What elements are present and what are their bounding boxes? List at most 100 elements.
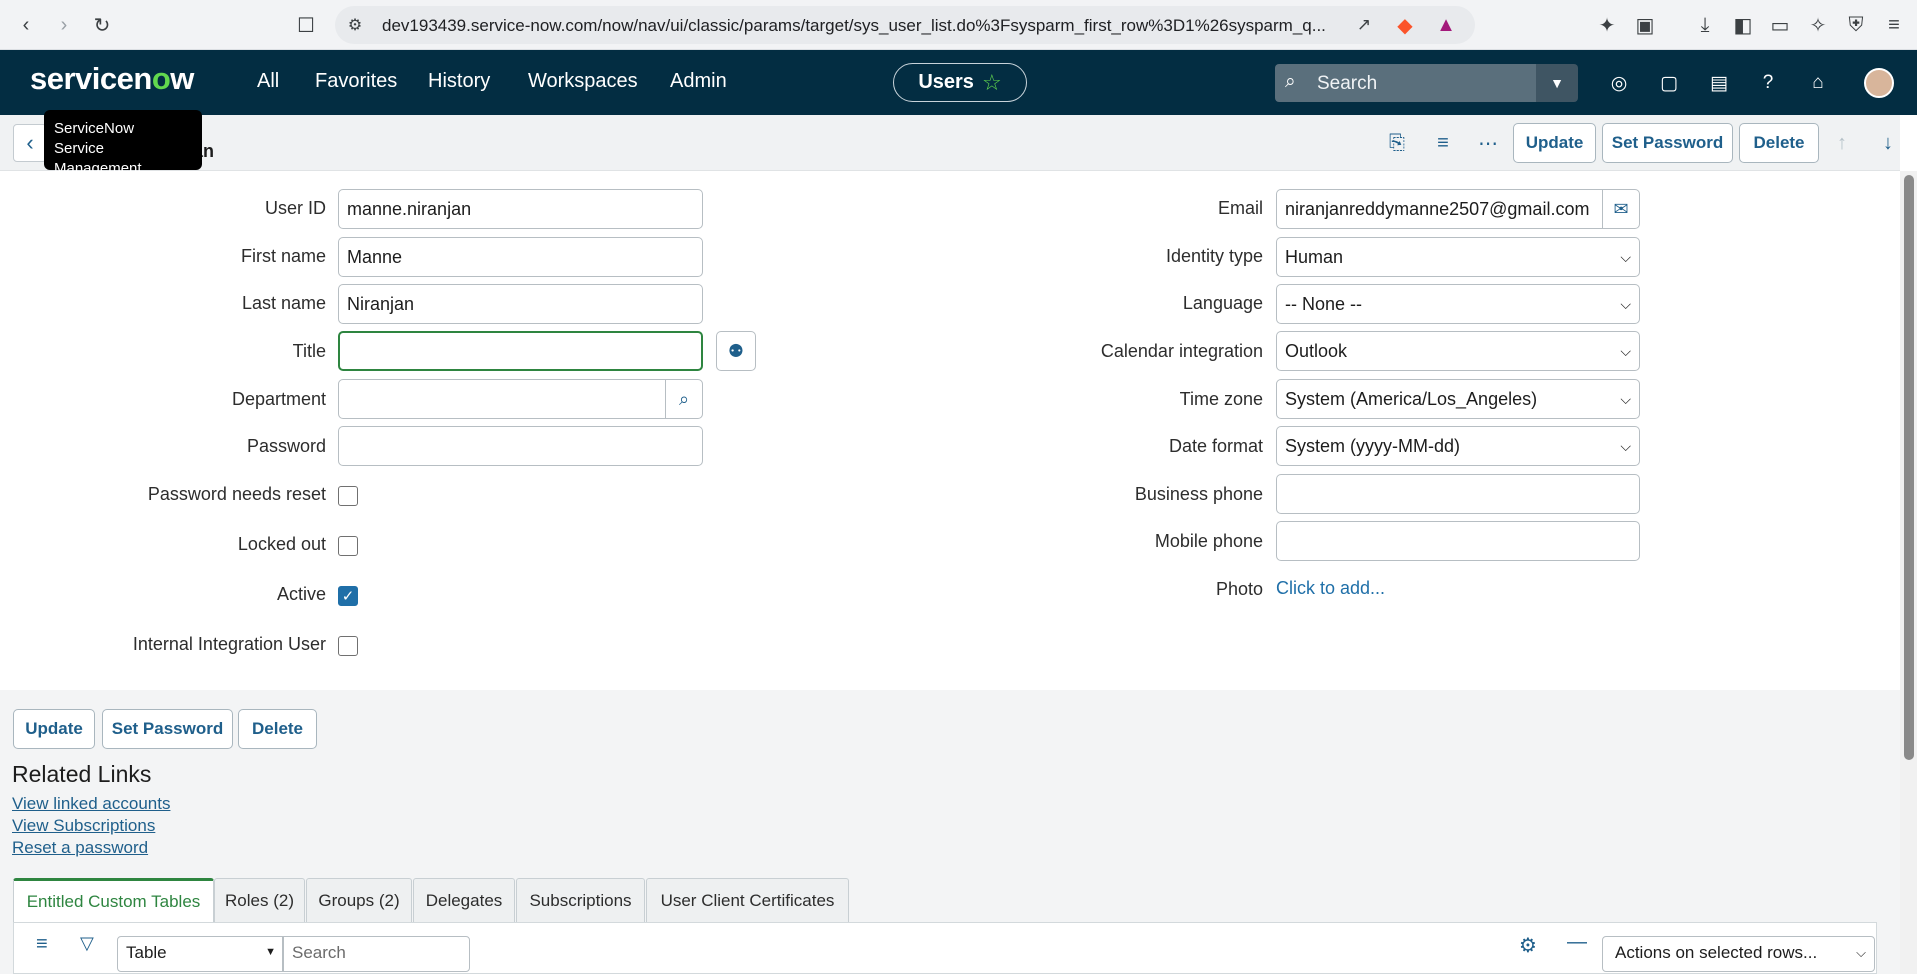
bottom-delete-button[interactable]: Delete (238, 709, 317, 749)
servicenow-logo[interactable]: servicenow (30, 61, 194, 97)
password-needs-reset-checkbox[interactable] (338, 486, 358, 506)
help-icon[interactable]: ? (1755, 70, 1781, 96)
calendar-integration-select[interactable]: Outlook ⌵ (1276, 331, 1640, 371)
tab-subscriptions[interactable]: Subscriptions (516, 878, 645, 922)
bookmark-icon[interactable]: ☐ (292, 11, 320, 39)
tab-delegates[interactable]: Delegates (413, 878, 515, 922)
settings-sliders-icon[interactable]: ≡ (1429, 129, 1457, 157)
servicenow-header: servicenow All Favorites History Workspa… (0, 50, 1917, 115)
view-linked-accounts-link[interactable]: View linked accounts (12, 794, 170, 814)
bottom-update-button[interactable]: Update (13, 709, 95, 749)
back-arrow-icon[interactable]: ‹ (12, 11, 40, 39)
lightbulb-icon[interactable]: ⚉ (716, 331, 756, 371)
password-label: Password (246, 436, 326, 456)
address-bar[interactable]: ⚙ dev193439.service-now.com/now/nav/ui/c… (335, 6, 1475, 44)
forward-arrow-icon[interactable]: › (50, 11, 78, 39)
download-icon[interactable]: ⤓ (1691, 11, 1719, 39)
language-select[interactable]: -- None -- ⌵ (1276, 284, 1640, 324)
reset-password-link[interactable]: Reset a password (12, 838, 148, 858)
email-field[interactable]: niranjanreddymanne2507@gmail.com (1276, 189, 1603, 229)
first-name-field[interactable]: Manne (338, 237, 703, 277)
title-field[interactable] (338, 331, 703, 371)
globe-icon[interactable]: ◎ (1606, 70, 1632, 96)
tab-entitled-custom-tables[interactable]: Entitled Custom Tables (13, 878, 214, 922)
time-zone-label: Time zone (1179, 389, 1263, 409)
back-button[interactable]: ‹ (13, 124, 47, 162)
bottom-set-password-button[interactable]: Set Password (102, 709, 233, 749)
time-zone-value: System (America/Los_Angeles) (1285, 388, 1538, 409)
star-icon[interactable]: ☆ (982, 70, 1002, 96)
more-options-icon[interactable]: ⋯ (1474, 129, 1502, 157)
active-checkbox[interactable]: ✓ (338, 586, 358, 606)
department-label: Department (231, 389, 326, 409)
set-password-button[interactable]: Set Password (1602, 123, 1733, 163)
url-text: dev193439.service-now.com/now/nav/ui/cla… (382, 16, 1326, 35)
view-subscriptions-link[interactable]: View Subscriptions (12, 816, 155, 836)
locked-out-checkbox[interactable] (338, 536, 358, 556)
paperclip-icon[interactable]: ⎘ (1383, 129, 1411, 157)
nav-admin[interactable]: Admin (670, 70, 727, 93)
chat-icon[interactable]: ▢ (1656, 70, 1682, 96)
sidebar-icon[interactable]: ◧ (1729, 11, 1757, 39)
gear-icon[interactable]: ⚙ (1519, 933, 1537, 958)
actions-select[interactable]: Actions on selected rows... ⌵ (1602, 936, 1875, 972)
identity-type-select[interactable]: Human ⌵ (1276, 237, 1640, 277)
password-field[interactable] (338, 426, 703, 466)
department-field[interactable] (338, 379, 666, 419)
date-format-value: System (yyyy-MM-dd) (1285, 435, 1460, 456)
language-label: Language (1182, 293, 1263, 313)
nav-workspaces[interactable]: Workspaces (528, 70, 638, 93)
delete-button[interactable]: Delete (1739, 123, 1819, 163)
hamburger-menu-icon[interactable]: ≡ (36, 933, 48, 956)
arrow-down-icon[interactable]: ↓ (1874, 129, 1902, 157)
internal-integration-user-checkbox[interactable] (338, 636, 358, 656)
tab-roles[interactable]: Roles (2) (214, 878, 305, 922)
calendar-integration-value: Outlook (1285, 340, 1348, 361)
menu-icon[interactable]: ≡ (1880, 11, 1908, 39)
reload-icon[interactable]: ↻ (88, 11, 116, 39)
leo-ai-icon[interactable]: ✧ (1804, 11, 1832, 39)
time-zone-select[interactable]: System (America/Los_Angeles) ⌵ (1276, 379, 1640, 419)
wallet-icon[interactable]: ▭ (1766, 11, 1794, 39)
mobile-phone-field[interactable] (1276, 521, 1640, 561)
calendar-integration-label: Calendar integration (1100, 341, 1263, 361)
update-button[interactable]: Update (1513, 123, 1596, 163)
date-format-label: Date format (1168, 436, 1263, 456)
global-search-input[interactable]: ⌕ Search (1275, 64, 1536, 102)
collapse-icon[interactable]: — (1567, 931, 1587, 954)
list-view-select[interactable]: Table ▼ (117, 936, 283, 972)
photo-add-link[interactable]: Click to add... (1276, 578, 1385, 599)
department-lookup-search-icon[interactable]: ⌕ (665, 379, 703, 419)
scrollbar-thumb[interactable] (1904, 175, 1914, 760)
reader-icon[interactable]: ▣ (1631, 11, 1659, 39)
share-icon[interactable]: ↗ (1350, 11, 1378, 39)
bell-icon[interactable]: ⌂ (1805, 70, 1831, 96)
brave-shield-icon[interactable]: ◆ (1391, 11, 1419, 39)
mail-icon[interactable]: ✉ (1602, 189, 1640, 229)
vpn-icon[interactable]: ⛨ (1842, 11, 1870, 39)
context-pill[interactable]: Users ☆ (893, 63, 1027, 102)
arrow-up-icon[interactable]: ↑ (1828, 129, 1856, 157)
nav-all[interactable]: All (257, 70, 279, 93)
related-links-title: Related Links (12, 761, 152, 787)
nav-favorites[interactable]: Favorites (315, 70, 397, 93)
site-settings-icon[interactable]: ⚙ (341, 11, 369, 39)
extensions-icon[interactable]: ✦ (1593, 11, 1621, 39)
filter-icon[interactable]: ▽ (80, 933, 94, 954)
last-name-field[interactable]: Niranjan (338, 284, 703, 324)
search-scope-dropdown[interactable]: ▼ (1536, 64, 1578, 102)
avatar[interactable] (1864, 68, 1894, 98)
tab-user-client-certificates[interactable]: User Client Certificates (646, 878, 849, 922)
business-phone-field[interactable] (1276, 474, 1640, 514)
identity-type-value: Human (1285, 246, 1344, 267)
tab-groups[interactable]: Groups (2) (306, 878, 412, 922)
brave-rewards-icon[interactable]: ▲ (1432, 11, 1460, 39)
date-format-select[interactable]: System (yyyy-MM-dd) ⌵ (1276, 426, 1640, 466)
search-placeholder: Search (1317, 73, 1378, 94)
list-search-input[interactable]: Search (283, 936, 470, 972)
title-label: Title (292, 341, 326, 361)
tooltip-line-1: ServiceNow (54, 120, 135, 137)
impersonate-icon[interactable]: ▤ (1706, 70, 1732, 96)
user-id-field[interactable]: manne.niranjan (338, 189, 703, 229)
nav-history[interactable]: History (428, 70, 490, 93)
